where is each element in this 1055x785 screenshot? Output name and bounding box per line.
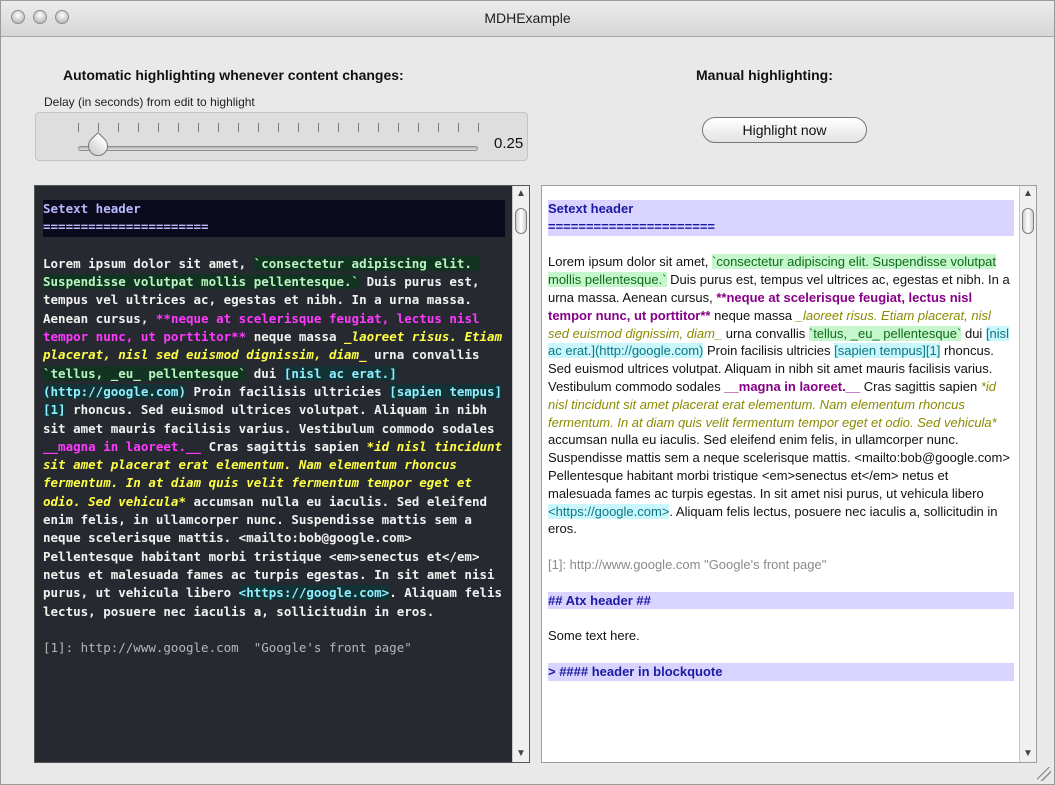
- editor-strong-span: __magna in laoreet.__: [43, 438, 202, 454]
- highlighted-preview[interactable]: Setext header ====================== Lore…: [541, 185, 1037, 763]
- slider-tick: [178, 123, 179, 132]
- editor-header-text: Setext header: [43, 201, 141, 216]
- preview-text[interactable]: Setext header ====================== Lore…: [542, 200, 1020, 698]
- preview-strong-span: __magna in laoreet.__: [724, 378, 861, 394]
- editor-header-rule: ======================: [43, 219, 209, 235]
- scroll-down-arrow-icon[interactable]: ▼: [513, 746, 529, 762]
- slider-tick: [238, 123, 239, 132]
- slider-tick: [78, 123, 79, 132]
- slider-ticks: [78, 123, 479, 133]
- slider-tick: [278, 123, 279, 132]
- editor-text[interactable]: Setext header ====================== Lor…: [35, 200, 513, 657]
- preview-text-run: Proin facilisis ultricies: [703, 343, 835, 359]
- resize-grip-icon[interactable]: [1037, 767, 1051, 781]
- delay-slider-panel: 0.25: [35, 112, 528, 161]
- preview-atx-header: ## Atx header ##: [548, 591, 1014, 610]
- slider-tick: [338, 123, 339, 132]
- scroll-up-arrow-icon[interactable]: ▲: [1020, 186, 1036, 202]
- slider-tick: [378, 123, 379, 132]
- slider-tick: [358, 123, 359, 132]
- editor-scroll-thumb[interactable]: [515, 208, 527, 234]
- preview-text-run: Cras sagittis sapien: [860, 378, 981, 394]
- preview-reference-line: [1]: http://www.google.com "Google's fro…: [548, 556, 827, 572]
- markdown-editor[interactable]: Setext header ====================== Lor…: [34, 185, 530, 763]
- slider-tick: [478, 123, 479, 132]
- delay-slider-track[interactable]: [78, 146, 478, 151]
- highlight-now-button[interactable]: Highlight now: [702, 117, 867, 143]
- editor-text-run: neque massa: [246, 329, 345, 345]
- slider-tick: [158, 123, 159, 132]
- slider-tick: [138, 123, 139, 132]
- delay-label: Delay (in seconds) from edit to highligh…: [44, 95, 255, 109]
- preview-text-run: dui: [961, 325, 986, 341]
- preview-scroll-thumb[interactable]: [1022, 208, 1034, 234]
- preview-link-span: [sapien tempus][1]: [834, 343, 941, 359]
- delay-slider-knob[interactable]: [83, 131, 113, 161]
- editor-text-run: Lorem ipsum dolor sit amet,: [43, 255, 254, 271]
- slider-tick: [198, 123, 199, 132]
- slider-tick: [438, 123, 439, 132]
- preview-text-run: Lorem ipsum dolor sit amet,: [548, 254, 713, 270]
- preview-setext-header: Setext header ======================: [548, 200, 1014, 236]
- editor-text-run: rhoncus. Sed euismod ultrices volutpat. …: [43, 402, 503, 436]
- preview-blockquote-header: > #### header in blockquote: [548, 662, 1014, 681]
- editor-text-run: Proin facilisis ultricies: [186, 383, 390, 399]
- slider-tick: [398, 123, 399, 132]
- preview-code-span: `tellus, _eu_ pellentesque`: [808, 325, 962, 341]
- slider-tick: [258, 123, 259, 132]
- preview-text-run: neque massa: [710, 307, 796, 323]
- preview-text-run: accumsan nulla eu iaculis. Sed eleifend …: [548, 432, 1010, 501]
- preview-scrollbar[interactable]: ▲ ▼: [1019, 186, 1036, 762]
- auto-highlight-heading: Automatic highlighting whenever content …: [63, 67, 404, 83]
- preview-some-text: Some text here.: [548, 628, 640, 644]
- title-bar: MDHExample: [1, 1, 1054, 37]
- manual-highlight-heading: Manual highlighting:: [696, 67, 833, 83]
- editor-link-span: <https://google.com>: [238, 585, 390, 601]
- scroll-down-arrow-icon[interactable]: ▼: [1020, 746, 1036, 762]
- preview-text-run: urna convallis: [722, 325, 809, 341]
- delay-slider-value: 0.25: [494, 135, 524, 152]
- preview-header-rule: ======================: [548, 218, 716, 234]
- slider-tick: [458, 123, 459, 132]
- editor-code-span: `tellus, _eu_ pellentesque`: [43, 365, 247, 381]
- editor-reference-line: [1]: http://www.google.com "Google's fro…: [43, 640, 412, 656]
- scroll-up-arrow-icon[interactable]: ▲: [513, 186, 529, 202]
- slider-tick: [218, 123, 219, 132]
- preview-header-text: Setext header: [548, 201, 634, 216]
- slider-tick: [118, 123, 119, 132]
- app-window: MDHExample Automatic highlighting whenev…: [0, 0, 1055, 785]
- slider-tick: [298, 123, 299, 132]
- editor-scrollbar[interactable]: ▲ ▼: [512, 186, 529, 762]
- preview-link-span: <https://google.com>: [548, 503, 670, 519]
- slider-tick: [98, 123, 99, 132]
- slider-tick: [318, 123, 319, 132]
- editor-text-run: urna convallis: [366, 347, 488, 363]
- editor-text-run: Cras sagittis sapien: [201, 438, 367, 454]
- slider-tick: [418, 123, 419, 132]
- editor-text-run: dui: [246, 365, 284, 381]
- editor-setext-header: Setext header ======================: [43, 200, 505, 237]
- window-title: MDHExample: [484, 10, 571, 26]
